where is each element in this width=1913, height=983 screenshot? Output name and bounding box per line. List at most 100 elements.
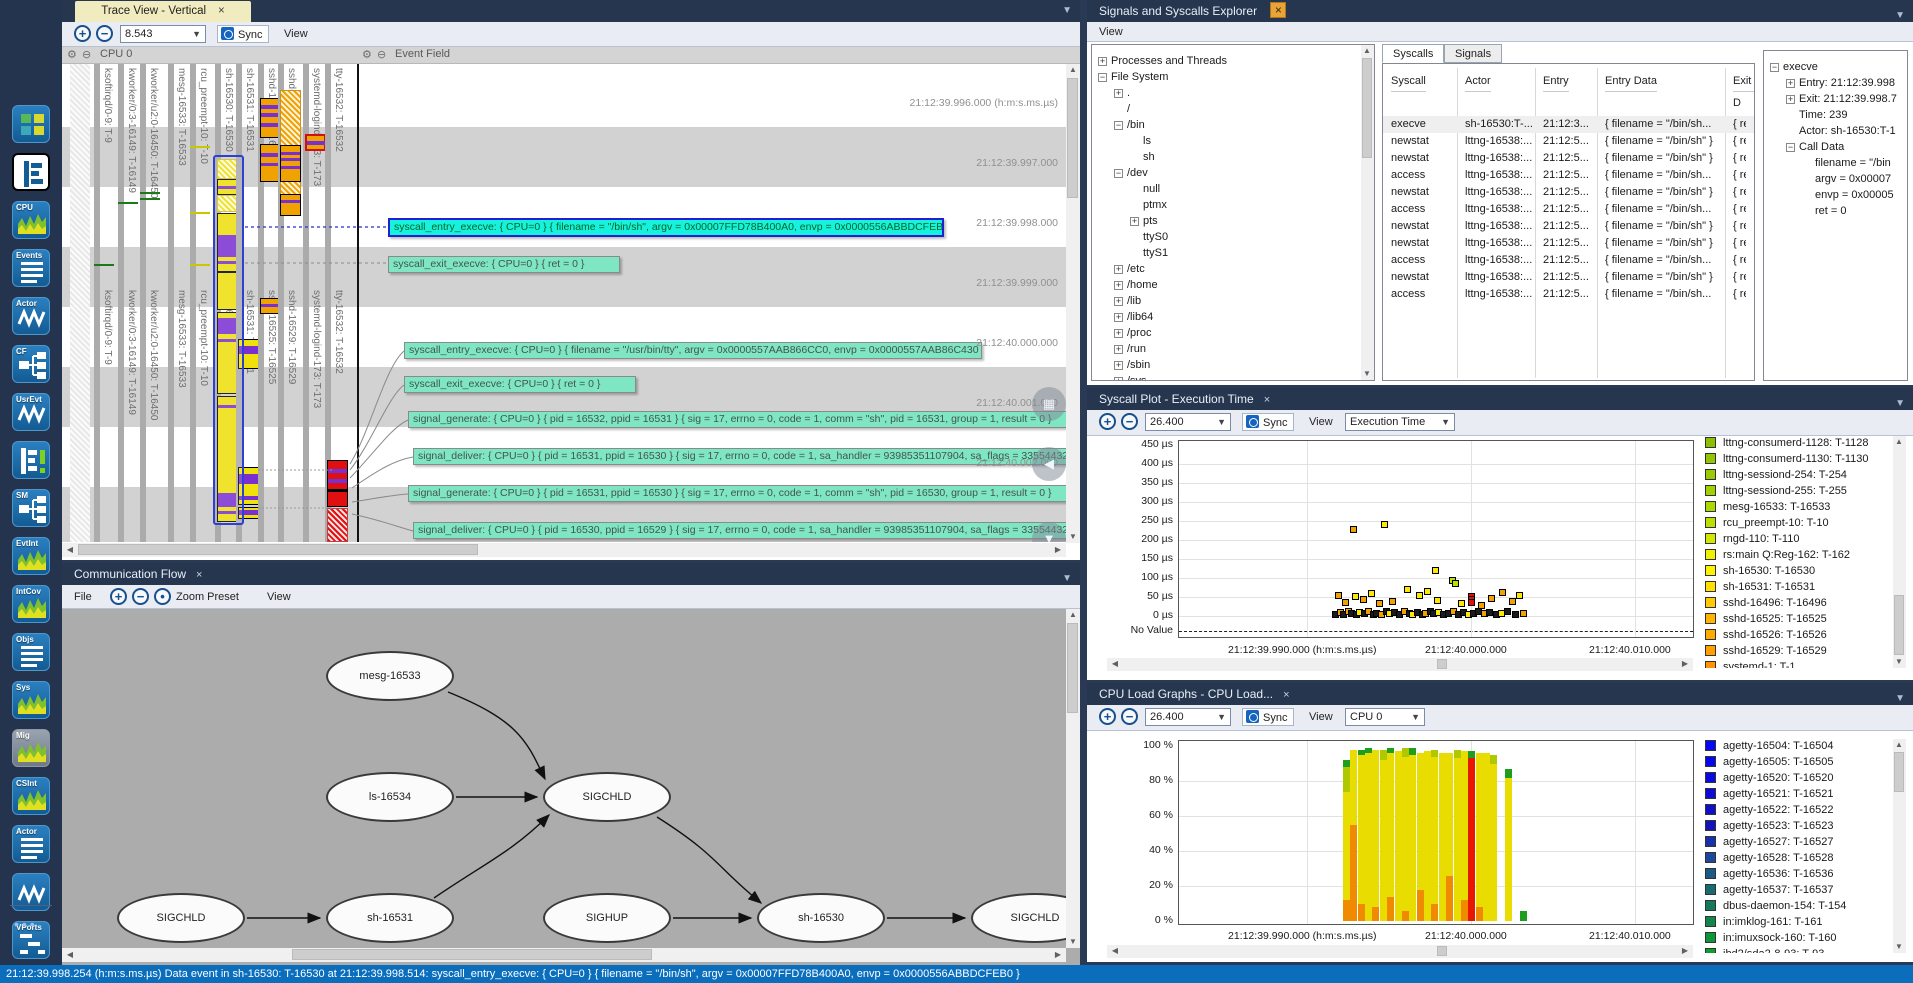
task-fragment[interactable]	[327, 460, 348, 507]
tree-item[interactable]: +.	[1114, 85, 1374, 101]
trace-zoom-combo[interactable]: 8.543▼	[120, 25, 206, 43]
load-bar[interactable]	[1505, 769, 1512, 921]
scatter-point[interactable]	[1376, 600, 1383, 607]
detail-item[interactable]: argv = 0x00007	[1802, 171, 1907, 187]
scrollbar-thumb[interactable]	[1067, 623, 1078, 713]
scroll-up-icon[interactable]: ▲	[1893, 740, 1905, 750]
detail-item[interactable]: +Entry: 21:12:39.998	[1786, 75, 1907, 91]
load-bar[interactable]	[1468, 751, 1475, 921]
collapse-icon[interactable]: −	[1770, 63, 1779, 72]
scroll-up-icon[interactable]: ▲	[1067, 65, 1079, 75]
legend-item[interactable]: agetty-16527: T-16527	[1705, 835, 1834, 851]
flow-node[interactable]: mesg-16533	[326, 651, 454, 701]
scroll-right-icon[interactable]: ▶	[1679, 946, 1691, 956]
zoom-out-icon[interactable]: −	[96, 25, 113, 42]
detail-item[interactable]: −execve	[1770, 59, 1907, 75]
sidebar-item-sm[interactable]: SM	[12, 489, 50, 527]
scatter-point[interactable]	[1512, 611, 1519, 618]
legend-item[interactable]: lttng-consumerd-1128: T-1128	[1705, 436, 1869, 452]
scatter-point[interactable]	[1516, 592, 1523, 599]
tree-item[interactable]: +/home	[1114, 277, 1374, 293]
tree-item[interactable]: +/proc	[1114, 325, 1374, 341]
collapse-icon[interactable]: −	[1114, 169, 1123, 178]
scrollbar-thumb[interactable]	[292, 949, 652, 960]
scrollbar-thumb[interactable]	[78, 544, 478, 555]
more-options-button[interactable]: •••	[14, 916, 54, 932]
legend-item[interactable]: systemd-1: T-1	[1705, 660, 1796, 668]
trace-view-menu[interactable]: View	[284, 25, 308, 43]
detail-item[interactable]: −Call Data	[1786, 139, 1907, 155]
tree-item[interactable]: +/lib	[1114, 293, 1374, 309]
view-menu[interactable]: View	[1099, 23, 1123, 41]
scatter-point[interactable]	[1458, 600, 1465, 607]
table-row[interactable]: newstatlttng-16538:...21:12:5...{ filena…	[1383, 269, 1755, 286]
sidebar-item-usrevt[interactable]: UsrEvt	[12, 393, 50, 431]
tree-item[interactable]: −/bin	[1114, 117, 1374, 133]
legend-item[interactable]: sshd-16529: T-16529	[1705, 644, 1827, 660]
load-bar[interactable]	[1520, 911, 1527, 922]
tree-item[interactable]: +/etc	[1114, 261, 1374, 277]
load-bar[interactable]	[1490, 755, 1497, 921]
scrollbar-thumb[interactable]	[1437, 946, 1447, 956]
scrollbar-thumb[interactable]	[1437, 659, 1447, 669]
zoom-preset-icon[interactable]: •	[154, 588, 171, 605]
scatter-point[interactable]	[1434, 597, 1441, 604]
trace-canvas[interactable]: ksoftirqd/0-9: T-9ksoftirqd/0-9: T-9kwor…	[62, 64, 1080, 542]
scatter-point[interactable]	[1342, 599, 1349, 606]
table-row[interactable]: accesslttng-16538:...21:12:5...{ filenam…	[1383, 286, 1755, 303]
tree-item[interactable]: +/sbin	[1114, 357, 1374, 373]
table-row[interactable]: newstatlttng-16538:...21:12:5...{ filena…	[1383, 150, 1755, 167]
scroll-up-icon[interactable]: ▲	[1067, 610, 1079, 620]
legend-item[interactable]: sshd-16525: T-16525	[1705, 612, 1827, 628]
load-bar[interactable]	[1417, 753, 1424, 921]
sidebar-item-views-grid[interactable]	[12, 105, 50, 143]
flow-node[interactable]: SIGCHLD	[543, 772, 671, 822]
gear-icon[interactable]: ⚙	[362, 48, 372, 61]
tree-vscrollbar[interactable]: ▲ ▼	[1361, 45, 1374, 380]
collapse-column-icon[interactable]: ⊖	[377, 48, 386, 61]
task-fragment[interactable]	[327, 508, 348, 542]
syscall-details-tree[interactable]: −execve+Entry: 21:12:39.998+Exit: 21:12:…	[1763, 50, 1908, 381]
expand-icon[interactable]: +	[1114, 361, 1123, 370]
table-column-header[interactable]: Actor	[1465, 70, 1491, 92]
zoom-in-icon[interactable]: +	[74, 25, 91, 42]
collapse-icon[interactable]: −	[1114, 121, 1123, 130]
event-label[interactable]: signal_deliver: { CPU=0 } { pid = 16530,…	[413, 522, 1072, 539]
legend-item[interactable]: agetty-16504: T-16504	[1705, 739, 1834, 755]
expand-icon[interactable]: +	[1786, 79, 1795, 88]
load-bar[interactable]	[1409, 748, 1416, 921]
scroll-right-icon[interactable]: ▶	[1679, 659, 1691, 669]
tree-item[interactable]: +/sys	[1114, 373, 1374, 381]
sidebar-item-cpu[interactable]: CPU	[12, 201, 50, 239]
legend-item[interactable]: sshd-16496: T-16496	[1705, 596, 1827, 612]
legend-item[interactable]: rcu_preempt-10: T-10	[1705, 516, 1829, 532]
flow-node[interactable]: SIGHUP	[543, 893, 671, 943]
scrollbar-thumb[interactable]	[1894, 752, 1904, 792]
tree-item[interactable]: ls	[1130, 133, 1374, 149]
legend-item[interactable]: sh-16531: T-16531	[1705, 580, 1815, 596]
comm-flow-canvas[interactable]: mesg-16533ls-16534SIGCHLDSIGCHLDsh-16531…	[62, 609, 1080, 947]
scatter-point[interactable]	[1488, 595, 1495, 602]
plot-hscrollbar[interactable]: ◀ ▶	[1107, 658, 1693, 671]
sidebar-item-actor-list[interactable]: Actor	[12, 825, 50, 863]
detail-item[interactable]: ret = 0	[1802, 203, 1907, 219]
scatter-point[interactable]	[1424, 588, 1431, 595]
table-row[interactable]: newstatlttng-16538:...21:12:5...{ filena…	[1383, 184, 1755, 201]
zoom-in-icon[interactable]: +	[110, 588, 127, 605]
tree-item[interactable]: ttyS1	[1130, 245, 1374, 261]
close-icon[interactable]: ×	[1270, 2, 1286, 18]
collapse-icon[interactable]: −	[1786, 143, 1795, 152]
event-label[interactable]: syscall_exit_execve: { CPU=0 } { ret = 0…	[404, 376, 636, 393]
tree-item[interactable]: /	[1114, 101, 1374, 117]
communication-flow-title[interactable]: Communication Flow× ▼	[62, 563, 1080, 585]
expand-icon[interactable]: +	[1130, 217, 1139, 226]
detail-item[interactable]: Actor: sh-16530:T-1	[1786, 123, 1907, 139]
scatter-point[interactable]	[1416, 592, 1423, 599]
legend-item[interactable]: in:imuxsock-160: T-160	[1705, 931, 1837, 947]
sidebar-item-csint[interactable]: CSInt	[12, 777, 50, 815]
sidebar-item-sys[interactable]: Sys	[12, 681, 50, 719]
expand-icon[interactable]: +	[1098, 57, 1107, 66]
legend-item[interactable]: agetty-16523: T-16523	[1705, 819, 1834, 835]
expand-icon[interactable]: +	[1114, 345, 1123, 354]
legend-vscrollbar[interactable]: ▲ ▼	[1893, 739, 1906, 953]
